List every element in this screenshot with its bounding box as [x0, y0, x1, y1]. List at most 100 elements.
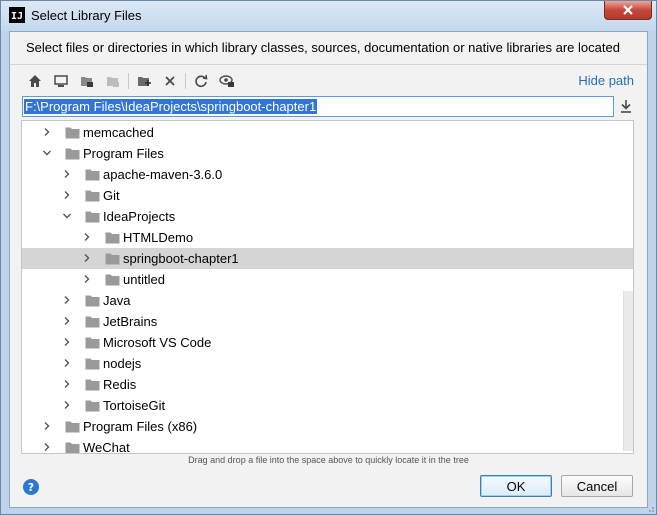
tree-row-label: memcached — [83, 125, 154, 140]
ok-button[interactable]: OK — [480, 475, 552, 497]
tree-row-label: IdeaProjects — [103, 209, 176, 224]
chevron-right-icon[interactable] — [82, 253, 92, 263]
folder-icon — [65, 421, 80, 433]
tree-row[interactable]: Program Files (x86) — [22, 416, 633, 437]
drag-drop-hint: Drag and drop a file into the space abov… — [188, 455, 469, 465]
desktop-icon — [54, 75, 68, 87]
delete-button[interactable] — [159, 70, 181, 92]
tree-row[interactable]: JetBrains — [22, 311, 633, 332]
tree-row-label: Java — [103, 293, 131, 308]
header-divider — [10, 64, 647, 65]
desktop-button[interactable] — [50, 70, 72, 92]
show-hidden-icon — [219, 75, 234, 87]
chevron-right-icon[interactable] — [42, 442, 52, 452]
title-bar[interactable]: IJ Select Library Files — [1, 1, 656, 31]
folder-icon — [65, 148, 80, 160]
chevron-right-icon[interactable] — [42, 127, 52, 137]
tree-row-label: springboot-chapter1 — [123, 251, 239, 266]
tree-row[interactable]: Program Files — [22, 143, 633, 164]
chevron-right-icon[interactable] — [82, 232, 92, 242]
chevron-down-icon[interactable] — [62, 211, 72, 221]
download-path-button[interactable] — [619, 98, 635, 114]
folder-icon — [85, 211, 100, 223]
path-field-value: F:\Program Files\IdeaProjects\springboot… — [24, 99, 318, 114]
select-library-files-dialog: IJ Select Library Files Select files or … — [0, 0, 657, 515]
tree-row-label: HTMLDemo — [123, 230, 194, 245]
folder-icon — [85, 400, 100, 412]
chevron-right-icon[interactable] — [62, 169, 72, 179]
chevron-right-icon[interactable] — [62, 337, 72, 347]
tree-row[interactable]: apache-maven-3.6.0 — [22, 164, 633, 185]
folder-icon — [105, 232, 120, 244]
module-button[interactable] — [102, 70, 124, 92]
folder-icon — [65, 127, 80, 139]
folder-icon — [85, 295, 100, 307]
resize-grip-icon[interactable] — [645, 503, 655, 513]
tree-row[interactable]: memcached — [22, 122, 633, 143]
tree-row-label: Redis — [103, 377, 137, 392]
tree-row[interactable]: HTMLDemo — [22, 227, 633, 248]
chevron-right-icon[interactable] — [62, 379, 72, 389]
tree-row[interactable]: springboot-chapter1 — [22, 248, 633, 269]
tree-row[interactable]: IdeaProjects — [22, 206, 633, 227]
tree-row[interactable]: WeChat — [22, 437, 633, 453]
app-icon-text: IJ — [11, 11, 24, 22]
tree-row-label: JetBrains — [103, 314, 158, 329]
chevron-right-icon[interactable] — [62, 295, 72, 305]
folder-icon — [105, 253, 120, 265]
show-hidden-button[interactable] — [216, 70, 238, 92]
chevron-right-icon[interactable] — [62, 316, 72, 326]
path-field[interactable]: F:\Program Files\IdeaProjects\springboot… — [22, 96, 614, 117]
folder-icon — [65, 442, 80, 453]
tree-row[interactable]: Microsoft VS Code — [22, 332, 633, 353]
dialog-content: Select files or directories in which lib… — [9, 31, 648, 508]
folder-icon — [105, 274, 120, 286]
download-icon — [621, 100, 631, 113]
help-button[interactable]: ? — [23, 479, 39, 495]
window-title: Select Library Files — [31, 8, 142, 23]
chevron-right-icon[interactable] — [42, 421, 52, 431]
project-icon — [81, 77, 93, 87]
new-folder-button[interactable] — [133, 70, 155, 92]
tree-row-label: Git — [103, 188, 120, 203]
tree-row-label: Program Files — [83, 146, 164, 161]
folder-icon — [85, 169, 100, 181]
folder-icon — [85, 337, 100, 349]
home-button[interactable] — [24, 70, 46, 92]
chevron-right-icon[interactable] — [62, 400, 72, 410]
chevron-down-icon[interactable] — [42, 148, 52, 158]
tree-row[interactable]: Redis — [22, 374, 633, 395]
cancel-button[interactable]: Cancel — [561, 475, 633, 497]
home-icon — [29, 75, 41, 87]
tree-row-label: Program Files (x86) — [83, 419, 198, 434]
folder-icon — [85, 316, 100, 328]
tree-row[interactable]: TortoiseGit — [22, 395, 633, 416]
file-chooser-toolbar — [24, 70, 242, 92]
tree-row[interactable]: Java — [22, 290, 633, 311]
chevron-right-icon[interactable] — [82, 274, 92, 284]
tree-row-label: untitled — [123, 272, 165, 287]
tree-row-label: apache-maven-3.6.0 — [103, 167, 223, 182]
delete-icon — [165, 76, 175, 86]
close-icon — [623, 5, 633, 15]
tree-scrollbar[interactable] — [623, 291, 633, 451]
folder-icon — [85, 379, 100, 391]
project-button[interactable] — [76, 70, 98, 92]
tree-row[interactable]: untitled — [22, 269, 633, 290]
tree-row[interactable]: nodejs — [22, 353, 633, 374]
tree-row-label: Microsoft VS Code — [103, 335, 212, 350]
tree-row[interactable]: Git — [22, 185, 633, 206]
chevron-right-icon[interactable] — [62, 190, 72, 200]
path-row: F:\Program Files\IdeaProjects\springboot… — [22, 96, 636, 118]
folder-icon — [85, 358, 100, 370]
hide-path-link[interactable]: Hide path — [578, 73, 634, 88]
chevron-right-icon[interactable] — [62, 358, 72, 368]
tree-row-label: nodejs — [103, 356, 142, 371]
file-tree[interactable]: WeChat Program Files (x86) TortoiseGit Redi… — [21, 120, 634, 454]
toolbar-separator — [185, 73, 186, 89]
dialog-description: Select files or directories in which lib… — [26, 40, 620, 55]
refresh-button[interactable] — [190, 70, 212, 92]
close-window-button[interactable] — [604, 1, 652, 20]
folder-icon — [85, 190, 100, 202]
module-icon — [107, 77, 119, 87]
